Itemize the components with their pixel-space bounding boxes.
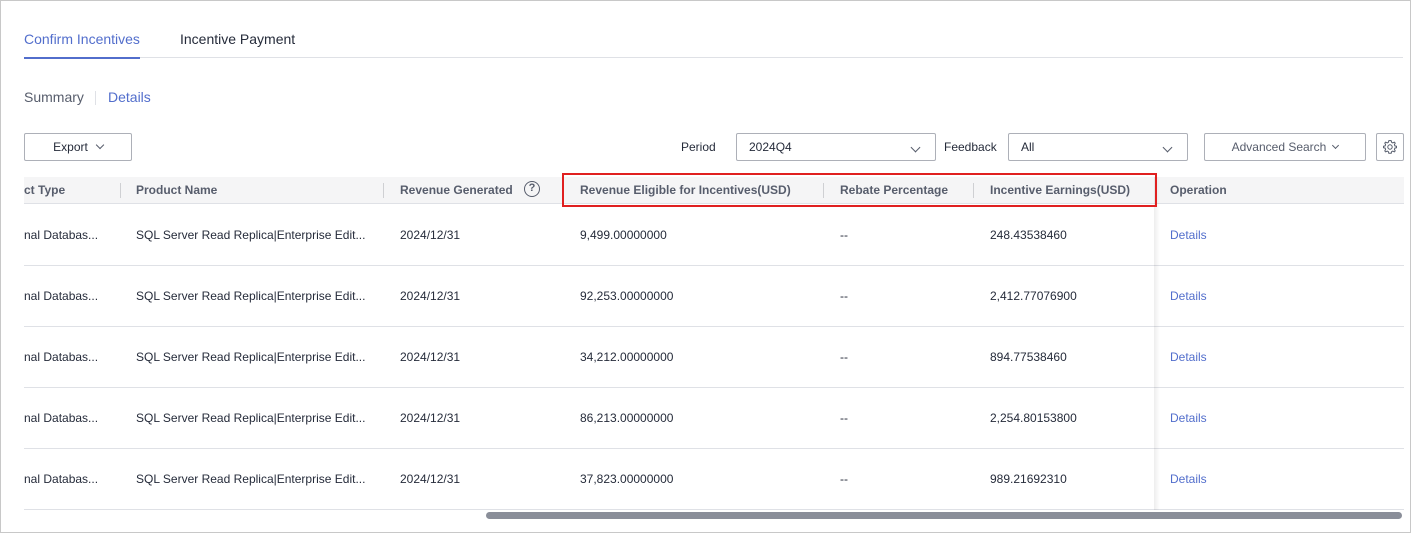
details-link[interactable]: Details xyxy=(108,89,151,105)
cell-product-name: SQL Server Read Replica|Enterprise Edit.… xyxy=(136,350,366,364)
cell-product-type: nal Databas... xyxy=(24,350,99,364)
cell-revenue-eligible: 86,213.00000000 xyxy=(580,411,674,425)
column-header-product-name: Product Name xyxy=(136,183,218,197)
cell-incentive-earnings: 2,254.80153800 xyxy=(990,411,1077,425)
column-header-revenue-eligible: Revenue Eligible for Incentives(USD) xyxy=(580,183,791,197)
feedback-value: All xyxy=(1021,140,1035,154)
cell-rebate-percentage: -- xyxy=(840,472,848,486)
table-row: nal Databas... SQL Server Read Replica|E… xyxy=(24,266,1404,327)
cell-incentive-earnings: 2,412.77076900 xyxy=(990,289,1077,303)
details-link[interactable]: Details xyxy=(1170,228,1207,242)
cell-product-type: nal Databas... xyxy=(24,411,99,425)
details-link[interactable]: Details xyxy=(1170,472,1207,486)
tab-bar: Confirm Incentives Incentive Payment xyxy=(24,22,1403,59)
export-button[interactable]: Export xyxy=(24,133,132,161)
details-link[interactable]: Details xyxy=(1170,289,1207,303)
chevron-down-icon xyxy=(910,142,921,153)
cell-revenue-generated: 2024/12/31 xyxy=(400,289,461,303)
cell-revenue-generated: 2024/12/31 xyxy=(400,472,461,486)
details-link[interactable]: Details xyxy=(1170,350,1207,364)
column-header-product-type: ct Type xyxy=(24,183,66,197)
column-header-rebate-percentage: Rebate Percentage xyxy=(840,183,949,197)
feedback-label: Feedback xyxy=(944,140,997,154)
column-header-incentive-earnings: Incentive Earnings(USD) xyxy=(990,183,1131,197)
column-divider xyxy=(973,183,974,198)
divider xyxy=(95,91,96,105)
cell-rebate-percentage: -- xyxy=(840,228,848,242)
cell-incentive-earnings: 989.21692310 xyxy=(990,472,1067,486)
cell-rebate-percentage: -- xyxy=(840,289,848,303)
advanced-search-button[interactable]: Advanced Search xyxy=(1204,133,1366,161)
advanced-search-label: Advanced Search xyxy=(1231,140,1327,154)
table-header: ct Type Product Name Revenue Generated ?… xyxy=(24,177,1404,204)
cell-product-type: nal Databas... xyxy=(24,472,99,486)
period-value: 2024Q4 xyxy=(749,140,792,154)
column-divider xyxy=(120,183,121,198)
export-label: Export xyxy=(53,140,88,154)
cell-product-name: SQL Server Read Replica|Enterprise Edit.… xyxy=(136,411,366,425)
settings-button[interactable] xyxy=(1376,133,1404,161)
table-row: nal Databas... SQL Server Read Replica|E… xyxy=(24,205,1404,266)
summary-link[interactable]: Summary xyxy=(24,89,84,105)
question-circle-icon[interactable]: ? xyxy=(524,181,540,197)
cell-product-name: SQL Server Read Replica|Enterprise Edit.… xyxy=(136,228,366,242)
period-select[interactable]: 2024Q4 xyxy=(736,133,936,161)
cell-revenue-eligible: 37,823.00000000 xyxy=(580,472,674,486)
cell-product-type: nal Databas... xyxy=(24,228,99,242)
tab-incentive-payment[interactable]: Incentive Payment xyxy=(180,31,295,47)
column-divider xyxy=(823,183,824,198)
cell-product-type: nal Databas... xyxy=(24,289,99,303)
fixed-column-shadow xyxy=(1154,177,1160,510)
scrollbar-thumb[interactable] xyxy=(486,512,1402,519)
details-link[interactable]: Details xyxy=(1170,411,1207,425)
cell-rebate-percentage: -- xyxy=(840,411,848,425)
cell-revenue-generated: 2024/12/31 xyxy=(400,350,461,364)
tab-confirm-incentives[interactable]: Confirm Incentives xyxy=(24,31,140,59)
column-header-revenue-generated: Revenue Generated xyxy=(400,183,513,197)
cell-incentive-earnings: 248.43538460 xyxy=(990,228,1067,242)
cell-revenue-eligible: 9,499.00000000 xyxy=(580,228,667,242)
cell-rebate-percentage: -- xyxy=(840,350,848,364)
gear-icon xyxy=(1383,139,1397,154)
cell-revenue-generated: 2024/12/31 xyxy=(400,411,461,425)
table-row: nal Databas... SQL Server Read Replica|E… xyxy=(24,388,1404,449)
table-row: nal Databas... SQL Server Read Replica|E… xyxy=(24,449,1404,510)
cell-revenue-eligible: 34,212.00000000 xyxy=(580,350,674,364)
cell-revenue-eligible: 92,253.00000000 xyxy=(580,289,674,303)
cell-revenue-generated: 2024/12/31 xyxy=(400,228,461,242)
chevron-down-icon xyxy=(1162,142,1173,153)
incentives-table: ct Type Product Name Revenue Generated ?… xyxy=(24,177,1404,510)
cell-incentive-earnings: 894.77538460 xyxy=(990,350,1067,364)
period-label: Period xyxy=(681,140,716,154)
column-header-operation: Operation xyxy=(1170,183,1227,197)
column-divider xyxy=(383,183,384,198)
cell-product-name: SQL Server Read Replica|Enterprise Edit.… xyxy=(136,289,366,303)
chevron-down-icon xyxy=(95,140,105,150)
feedback-select[interactable]: All xyxy=(1008,133,1188,161)
horizontal-scrollbar[interactable] xyxy=(24,511,1404,519)
chevron-down-icon xyxy=(1332,141,1340,149)
table-row: nal Databas... SQL Server Read Replica|E… xyxy=(24,327,1404,388)
cell-product-name: SQL Server Read Replica|Enterprise Edit.… xyxy=(136,472,366,486)
